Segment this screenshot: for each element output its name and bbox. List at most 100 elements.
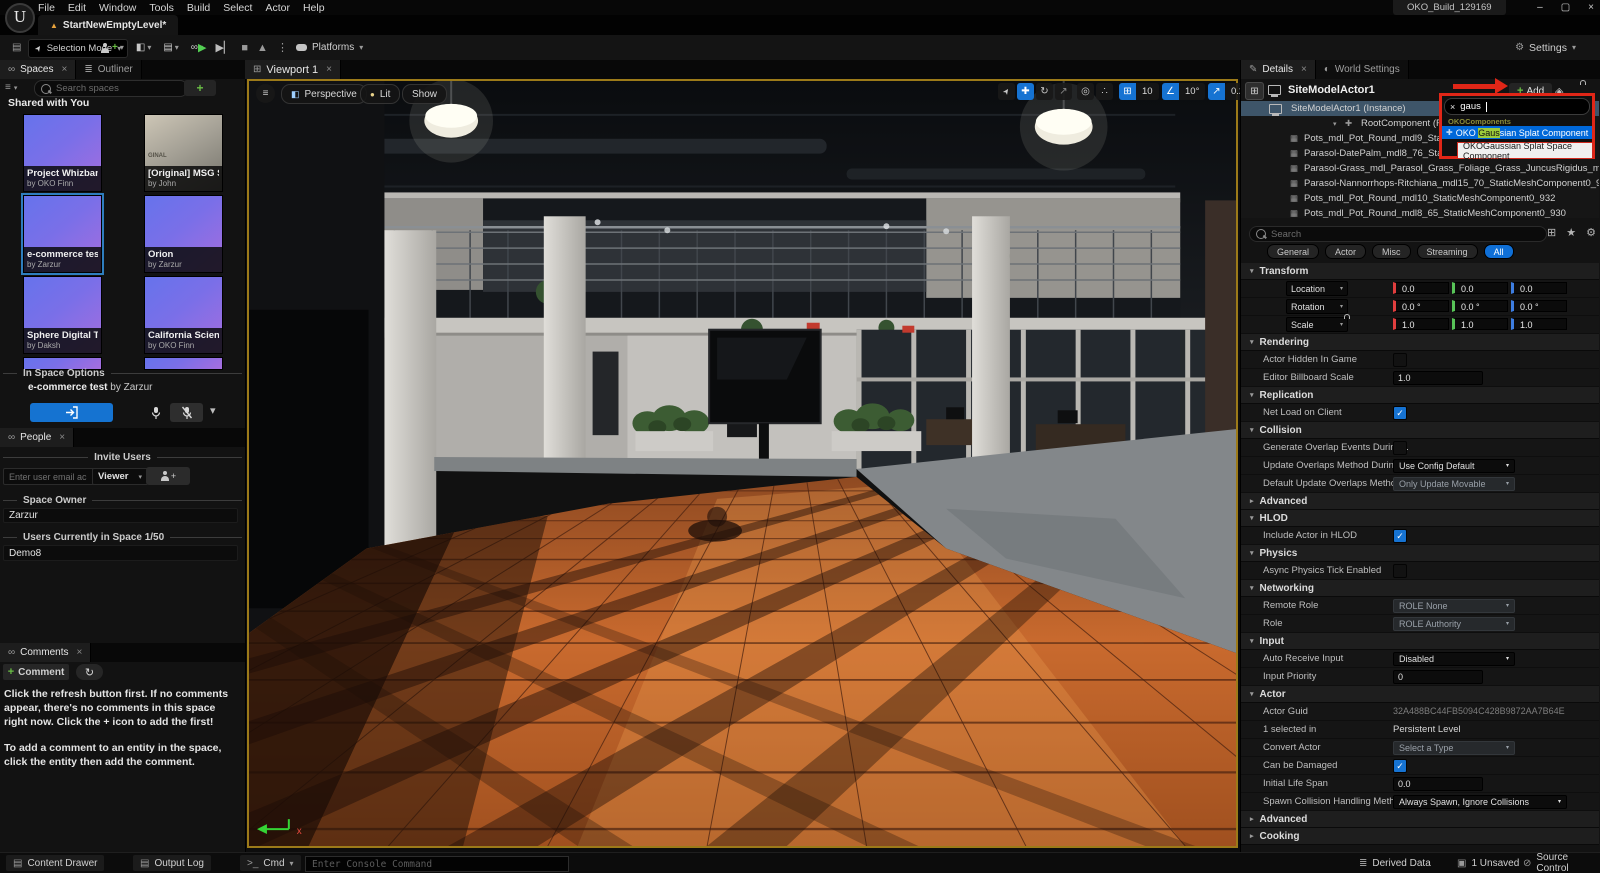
section-header-advanced[interactable]: ▸Advanced bbox=[1241, 493, 1599, 510]
property-checkbox[interactable]: ✓ bbox=[1393, 406, 1407, 420]
transform-value-x[interactable]: 0.0 ° bbox=[1393, 300, 1449, 312]
section-header-physics[interactable]: ▾Physics bbox=[1241, 545, 1599, 562]
expander-icon[interactable]: ▾ bbox=[1333, 120, 1337, 128]
surface-snap-toggle[interactable]: ∴ bbox=[1096, 83, 1113, 100]
cinematics-button[interactable]: ▤▾ bbox=[163, 42, 178, 53]
tree-row[interactable]: ▦Parasol-Grass_mdl_Parasol_Grass_Foliage… bbox=[1241, 161, 1599, 176]
section-header-replication[interactable]: ▾Replication bbox=[1241, 387, 1599, 404]
refresh-comments-button[interactable]: ↻ bbox=[76, 664, 103, 680]
perspective-dropdown[interactable]: ◧Perspective bbox=[281, 84, 367, 104]
display-options-icon[interactable]: ⊞ bbox=[1547, 226, 1556, 239]
unsaved-button[interactable]: ▣1 Unsaved bbox=[1450, 855, 1526, 871]
transform-axis-dropdown[interactable]: Location▾ bbox=[1286, 281, 1348, 296]
content-drawer-button[interactable]: ▤Content Drawer bbox=[6, 855, 104, 871]
leave-space-button[interactable] bbox=[30, 403, 113, 422]
close-icon[interactable]: × bbox=[1301, 64, 1307, 75]
section-header-networking[interactable]: ▾Networking bbox=[1241, 580, 1599, 597]
property-dropdown[interactable]: Use Config Default▾ bbox=[1393, 459, 1515, 473]
transform-value-z[interactable]: 1.0 bbox=[1511, 318, 1567, 330]
transform-value-y[interactable]: 0.0 bbox=[1452, 282, 1508, 294]
property-checkbox[interactable]: ✓ bbox=[1393, 529, 1407, 543]
menu-tools[interactable]: Tools bbox=[149, 2, 174, 14]
menu-select[interactable]: Select bbox=[223, 2, 252, 14]
close-button[interactable]: × bbox=[1588, 2, 1594, 13]
voice-options-chevron[interactable]: ▾ bbox=[210, 404, 216, 417]
tree-row[interactable]: ▦Pots_mdl_Pot_Round_mdl8_65_StaticMeshCo… bbox=[1241, 206, 1599, 218]
settings-dropdown[interactable]: ⚙ Settings ▾ bbox=[1509, 39, 1582, 56]
tab-viewport-1[interactable]: ⊞ Viewport 1× bbox=[245, 60, 341, 79]
transform-value-x[interactable]: 1.0 bbox=[1393, 318, 1449, 330]
property-dropdown[interactable]: ROLE Authority▾ bbox=[1393, 617, 1515, 631]
close-icon[interactable]: × bbox=[326, 64, 332, 75]
add-actor-button[interactable]: +▾ bbox=[100, 42, 124, 53]
mic-muted-button[interactable] bbox=[170, 403, 203, 422]
add-comment-button[interactable]: + Comment bbox=[3, 664, 69, 680]
filter-misc[interactable]: Misc bbox=[1372, 244, 1411, 259]
component-result-item[interactable]: ✚ OKO Gaussian Splat Component bbox=[1442, 126, 1592, 139]
select-tool[interactable]: ➤ bbox=[998, 83, 1015, 100]
menu-help[interactable]: Help bbox=[303, 2, 325, 14]
section-header-hlod[interactable]: ▾HLOD bbox=[1241, 510, 1599, 527]
tab-people[interactable]: ∞People× bbox=[0, 428, 74, 447]
transform-value-z[interactable]: 0.0 bbox=[1511, 282, 1567, 294]
stop-button[interactable]: ■ bbox=[241, 42, 248, 54]
rotation-snap-toggle[interactable]: ∠ bbox=[1162, 83, 1179, 100]
search-spaces-input[interactable]: Search spaces bbox=[34, 80, 188, 97]
tree-row[interactable]: ▦Parasol-Nannorrhops-Ritchiana_mdl15_70_… bbox=[1241, 176, 1599, 191]
space-card[interactable]: California Science...by OKO Finn bbox=[144, 276, 223, 354]
section-header-rendering[interactable]: ▾Rendering bbox=[1241, 334, 1599, 351]
favorites-icon[interactable]: ★ bbox=[1566, 226, 1576, 239]
transform-value-z[interactable]: 0.0 ° bbox=[1511, 300, 1567, 312]
filter-streaming[interactable]: Streaming bbox=[1417, 244, 1478, 259]
tab-world-settings[interactable]: ◐World Settings bbox=[1316, 60, 1409, 79]
section-header-collision[interactable]: ▾Collision bbox=[1241, 422, 1599, 439]
settings-icon[interactable]: ⚙ bbox=[1586, 226, 1596, 239]
world-space-toggle[interactable]: ◎ bbox=[1077, 83, 1094, 100]
play-options-kebab[interactable]: ⋮ bbox=[277, 41, 288, 54]
tab-spaces[interactable]: ∞Spaces× bbox=[0, 60, 76, 79]
tab-comments[interactable]: ∞Comments× bbox=[0, 643, 91, 662]
property-dropdown[interactable]: Always Spawn, Ignore Collisions▾ bbox=[1393, 795, 1567, 809]
viewport-3d-scene[interactable]: x bbox=[247, 79, 1238, 848]
tab-outliner[interactable]: ≣Outliner bbox=[76, 60, 141, 79]
filter-general[interactable]: General bbox=[1267, 244, 1319, 259]
actor-picker-button[interactable]: ⊞ bbox=[1245, 82, 1264, 100]
invite-user-button[interactable]: + bbox=[146, 467, 190, 485]
add-space-button[interactable]: + bbox=[184, 80, 216, 96]
console-command-input[interactable]: Enter Console Command bbox=[305, 856, 569, 872]
blueprints-button[interactable]: ◧▾ bbox=[136, 42, 151, 53]
property-input[interactable]: 1.0 bbox=[1393, 371, 1483, 385]
rotate-tool[interactable]: ↻ bbox=[1036, 83, 1053, 100]
filter-all[interactable]: All bbox=[1484, 244, 1514, 259]
property-input[interactable]: 0 bbox=[1393, 670, 1483, 684]
transform-value-y[interactable]: 1.0 bbox=[1452, 318, 1508, 330]
transform-value-y[interactable]: 0.0 ° bbox=[1452, 300, 1508, 312]
save-button[interactable]: ▤ bbox=[6, 39, 27, 56]
scale-snap-toggle[interactable]: ↗ bbox=[1208, 83, 1225, 100]
section-header-input[interactable]: ▾Input bbox=[1241, 633, 1599, 650]
space-card[interactable]: Project Whizbangby OKO Finn bbox=[23, 114, 102, 192]
close-icon[interactable]: × bbox=[62, 64, 68, 75]
property-input[interactable]: 0.0 bbox=[1393, 777, 1483, 791]
section-header-transform[interactable]: ▾Transform bbox=[1241, 263, 1599, 280]
menu-edit[interactable]: Edit bbox=[68, 2, 86, 14]
source-control-button[interactable]: ⊘Source Control bbox=[1516, 855, 1600, 871]
viewport-options-menu[interactable]: ≡ bbox=[256, 84, 275, 103]
details-search-input[interactable]: Search bbox=[1249, 226, 1547, 242]
eject-button[interactable]: ▲ bbox=[257, 42, 268, 54]
section-header-cooking[interactable]: ▸Cooking bbox=[1241, 828, 1599, 845]
property-checkbox[interactable]: ✓ bbox=[1393, 759, 1407, 773]
space-card[interactable]: e-commerce testby Zarzur bbox=[23, 195, 102, 273]
platforms-dropdown[interactable]: Platforms ▾ bbox=[290, 39, 369, 56]
property-checkbox[interactable] bbox=[1393, 441, 1407, 455]
tree-row[interactable]: ▦Pots_mdl_Pot_Round_mdl10_StaticMeshComp… bbox=[1241, 191, 1599, 206]
invite-email-input[interactable]: Enter user email ac bbox=[3, 468, 95, 485]
spaces-filter-button[interactable]: ≡▾ bbox=[5, 82, 17, 93]
show-dropdown[interactable]: Show bbox=[402, 84, 447, 104]
play-button[interactable]: ▶ bbox=[198, 41, 206, 54]
menu-build[interactable]: Build bbox=[187, 2, 210, 14]
minimize-button[interactable]: – bbox=[1537, 2, 1543, 13]
transform-axis-dropdown[interactable]: Scale▾ bbox=[1286, 317, 1348, 332]
mic-on-button[interactable] bbox=[146, 403, 166, 422]
grid-snap-toggle[interactable]: ⊞ bbox=[1119, 83, 1136, 100]
